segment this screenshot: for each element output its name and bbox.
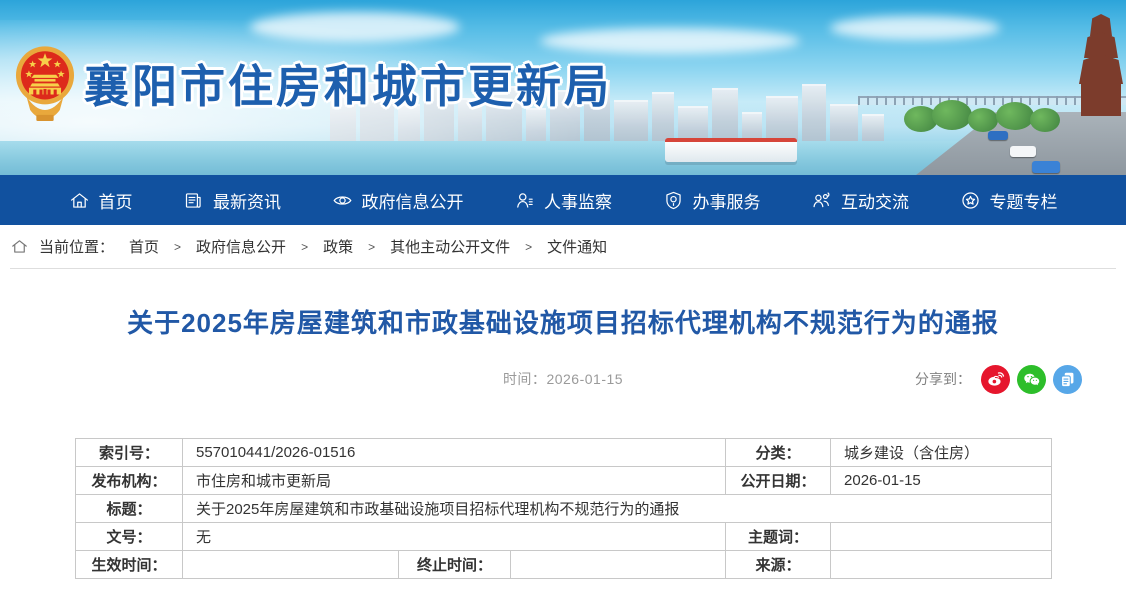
time-label: 时间： bbox=[503, 371, 547, 387]
car-graphic bbox=[1032, 161, 1060, 173]
breadcrumb-link-policy[interactable]: 政策 bbox=[323, 236, 353, 257]
pagoda-tower-graphic bbox=[1078, 14, 1124, 116]
agency-label: 发布机构： bbox=[76, 467, 183, 495]
nav-item-news[interactable]: 最新资讯 bbox=[183, 188, 281, 213]
time-value: 2026-01-15 bbox=[546, 371, 623, 387]
nav-item-special-topics[interactable]: 专题专栏 bbox=[960, 188, 1058, 213]
nav-item-home[interactable]: 首页 bbox=[69, 188, 133, 213]
breadcrumb-link-home[interactable]: 首页 bbox=[129, 236, 159, 257]
breadcrumb-separator: > bbox=[368, 240, 375, 254]
nav-item-label: 办事服务 bbox=[693, 188, 761, 213]
table-row: 标题： 关于2025年房屋建筑和市政基础设施项目招标代理机构不规范行为的通报 bbox=[76, 495, 1052, 523]
nav-item-interaction[interactable]: 互动交流 bbox=[811, 188, 909, 213]
table-row: 发布机构： 市住房和城市更新局 公开日期： 2026-01-15 bbox=[76, 467, 1052, 495]
agency-value: 市住房和城市更新局 bbox=[183, 467, 726, 495]
pier-boat-graphic bbox=[665, 138, 797, 162]
nav-item-gov-info[interactable]: 政府信息公开 bbox=[332, 188, 464, 213]
index-number-value: 557010441/2026-01516 bbox=[183, 439, 726, 467]
doc-title-label: 标题： bbox=[76, 495, 183, 523]
home-icon bbox=[10, 237, 29, 256]
breadcrumb-separator: > bbox=[174, 240, 181, 254]
home-icon bbox=[69, 190, 90, 211]
keywords-value bbox=[831, 523, 1052, 551]
share-label: 分享到： bbox=[915, 369, 971, 389]
source-value bbox=[831, 551, 1052, 579]
breadcrumb-link-notices[interactable]: 文件通知 bbox=[547, 236, 607, 257]
publish-date-value: 2026-01-15 bbox=[831, 467, 1052, 495]
chat-people-icon bbox=[811, 190, 832, 211]
keywords-label: 主题词： bbox=[726, 523, 831, 551]
source-label: 来源： bbox=[726, 551, 831, 579]
breadcrumb: 当前位置： 首页 > 政府信息公开 > 政策 > 其他主动公开文件 > 文件通知 bbox=[10, 225, 1116, 269]
table-row: 索引号： 557010441/2026-01516 分类： 城乡建设（含住房） bbox=[76, 439, 1052, 467]
nav-item-label: 人事监察 bbox=[544, 188, 612, 213]
copy-link-share-icon[interactable] bbox=[1053, 365, 1082, 394]
car-graphic bbox=[1010, 146, 1036, 157]
national-emblem-icon bbox=[14, 42, 76, 131]
breadcrumb-link-other-docs[interactable]: 其他主动公开文件 bbox=[390, 236, 510, 257]
cloud-graphic bbox=[830, 16, 1000, 40]
index-number-label: 索引号： bbox=[76, 439, 183, 467]
nav-item-label: 专题专栏 bbox=[990, 188, 1058, 213]
cloud-graphic bbox=[250, 12, 460, 42]
wechat-share-icon[interactable] bbox=[1017, 365, 1046, 394]
article-meta: 时间：2026-01-15 分享到： bbox=[0, 364, 1126, 394]
category-label: 分类： bbox=[726, 439, 831, 467]
table-row: 文号： 无 主题词： bbox=[76, 523, 1052, 551]
nav-item-label: 互动交流 bbox=[841, 188, 909, 213]
shield-icon bbox=[663, 190, 684, 211]
car-graphic bbox=[988, 131, 1008, 140]
effective-date-label: 生效时间： bbox=[76, 551, 183, 579]
breadcrumb-separator: > bbox=[301, 240, 308, 254]
nav-item-services[interactable]: 办事服务 bbox=[663, 188, 761, 213]
publish-date-label: 公开日期： bbox=[726, 467, 831, 495]
category-value: 城乡建设（含住房） bbox=[831, 439, 1052, 467]
end-date-value bbox=[511, 551, 726, 579]
share-bar: 分享到： bbox=[915, 364, 1082, 394]
effective-date-value bbox=[183, 551, 399, 579]
end-date-label: 终止时间： bbox=[399, 551, 511, 579]
trees-graphic bbox=[904, 100, 1074, 134]
nav-item-personnel[interactable]: 人事监察 bbox=[514, 188, 612, 213]
article-title: 关于2025年房屋建筑和市政基础设施项目招标代理机构不规范行为的通报 bbox=[60, 303, 1066, 340]
document-info-table: 索引号： 557010441/2026-01516 分类： 城乡建设（含住房） … bbox=[75, 438, 1052, 579]
breadcrumb-separator: > bbox=[525, 240, 532, 254]
nav-item-label: 首页 bbox=[99, 188, 133, 213]
person-icon bbox=[514, 190, 535, 211]
weibo-share-icon[interactable] bbox=[981, 365, 1010, 394]
breadcrumb-link-gov-info[interactable]: 政府信息公开 bbox=[196, 236, 286, 257]
star-circle-icon bbox=[960, 190, 981, 211]
nav-item-label: 最新资讯 bbox=[213, 188, 281, 213]
doc-number-label: 文号： bbox=[76, 523, 183, 551]
main-navigation: 首页 最新资讯 政府信息公开 人事监察 办事服务 互动交流 专题专栏 bbox=[0, 175, 1126, 225]
site-title: 襄阳市住房和城市更新局 bbox=[84, 50, 612, 115]
doc-number-value: 无 bbox=[183, 523, 726, 551]
news-icon bbox=[183, 190, 204, 211]
banner-photo: 襄阳市住房和城市更新局 bbox=[0, 0, 1126, 175]
nav-item-label: 政府信息公开 bbox=[362, 188, 464, 213]
breadcrumb-label: 当前位置： bbox=[39, 236, 114, 257]
table-row: 生效时间： 终止时间： 来源： bbox=[76, 551, 1052, 579]
doc-title-value: 关于2025年房屋建筑和市政基础设施项目招标代理机构不规范行为的通报 bbox=[183, 495, 1052, 523]
eye-icon bbox=[332, 190, 353, 211]
